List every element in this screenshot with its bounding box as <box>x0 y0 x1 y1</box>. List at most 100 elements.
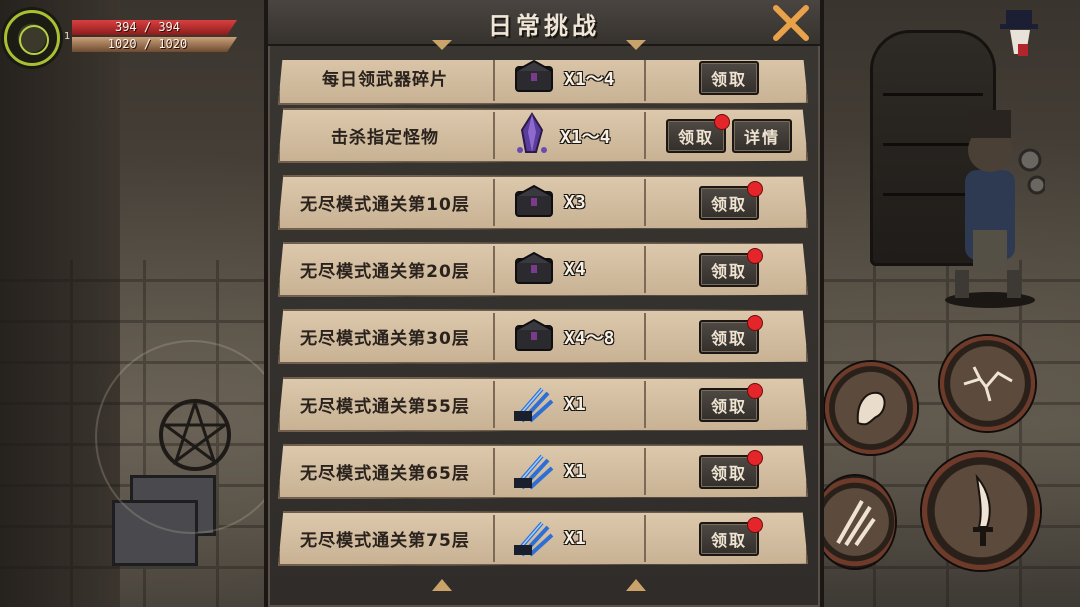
reward-cell: X3 <box>500 175 652 230</box>
actions-cell: 领取 <box>650 175 808 230</box>
crack-lightning-icon <box>963 365 1013 401</box>
reward-quantity: X1 <box>564 394 586 415</box>
claim-button-label: 领取 <box>710 463 747 483</box>
purple-crystal-icon <box>512 111 552 160</box>
ornament-icon <box>432 40 452 50</box>
reward-cell: X1 <box>500 511 652 566</box>
top-hat-character-icon[interactable] <box>996 6 1046 62</box>
panel-title: 日常挑战 <box>488 12 600 40</box>
reward-cell: X4～8 <box>500 309 652 364</box>
challenge-row: 每日领武器碎片 X1～4 领取 <box>278 60 808 105</box>
dark-chest-icon <box>512 249 556 291</box>
column-divider <box>644 60 646 101</box>
reward-quantity: X1～4 <box>560 126 611 148</box>
panel-title-bar: 日常挑战 <box>268 0 820 46</box>
column-divider <box>644 381 646 428</box>
challenge-name: 无尽模式通关第75层 <box>300 531 470 551</box>
reward-quantity: X3 <box>564 192 586 213</box>
column-divider <box>493 179 495 226</box>
actions-cell: 领取 <box>650 444 808 499</box>
reward-cell: X1 <box>500 377 652 432</box>
claim-button[interactable]: 领取 <box>698 247 763 287</box>
actions-cell: 领取 详情 <box>650 108 808 163</box>
column-divider <box>493 112 495 159</box>
notification-dot-icon <box>747 449 763 466</box>
column-divider <box>493 448 495 495</box>
challenge-row: 无尽模式通关第30层 X4～8 领取 <box>278 309 808 364</box>
claw-slash-icon <box>836 500 876 547</box>
challenge-name: 无尽模式通关第10层 <box>300 195 470 215</box>
reward-cell: X1～4 <box>500 108 652 163</box>
notification-dot-icon <box>714 113 730 130</box>
reward-quantity: X1 <box>564 528 586 549</box>
skill-claw-button[interactable] <box>815 476 895 568</box>
challenge-name: 无尽模式通关第55层 <box>300 397 470 417</box>
claim-button[interactable]: 领取 <box>698 314 763 354</box>
daily-challenge-panel: 日常挑战 每日领武器碎片 X1～4 领取 击杀指定怪物 X1～4 领取 详情 无尽模式通关第1… <box>264 0 824 607</box>
challenge-row: 无尽模式通关第65层 X1 领取 <box>278 444 808 499</box>
challenge-name: 击杀指定怪物 <box>331 128 439 148</box>
reward-quantity: X4～8 <box>564 327 615 349</box>
challenge-list[interactable]: 每日领武器碎片 X1～4 领取 击杀指定怪物 X1～4 领取 详情 无尽模式通关第10层 X3 领… <box>268 60 820 580</box>
claim-button[interactable]: 领取 <box>665 113 730 153</box>
claim-button-label: 领取 <box>677 127 714 147</box>
notification-dot-icon <box>747 382 763 399</box>
hp-text: 394 / 394 <box>114 20 181 34</box>
player-emblem-icon[interactable] <box>4 10 60 66</box>
mp-text: 1020 / 1020 <box>107 37 188 51</box>
column-divider <box>644 112 646 159</box>
skill-lightning-button[interactable] <box>940 336 1035 431</box>
column-divider <box>644 246 646 293</box>
dark-chest-icon <box>512 182 556 224</box>
claim-button[interactable]: 领取 <box>698 60 759 95</box>
challenge-name: 无尽模式通关第65层 <box>300 464 470 484</box>
attack-dagger-button[interactable] <box>922 452 1040 570</box>
dagger-icon <box>973 473 993 546</box>
ornament-icon <box>432 579 452 591</box>
claim-button[interactable]: 领取 <box>698 516 763 556</box>
dark-chest-icon <box>512 60 556 99</box>
claim-button-label: 领取 <box>710 530 747 550</box>
reward-quantity: X1～4 <box>564 68 615 90</box>
claim-button[interactable]: 领取 <box>698 382 763 422</box>
npc-character[interactable] <box>935 90 1045 310</box>
column-divider <box>493 246 495 293</box>
challenge-row: 无尽模式通关第20层 X4 领取 <box>278 242 808 297</box>
challenge-row: 无尽模式通关第10层 X3 领取 <box>278 175 808 230</box>
player-hud: 1 394 / 394 1020 / 1020 <box>0 0 260 70</box>
close-icon[interactable] <box>770 2 812 44</box>
claim-button[interactable]: 领取 <box>698 449 763 489</box>
claim-button-label: 领取 <box>710 261 747 281</box>
claim-button-label: 领取 <box>710 396 747 416</box>
actions-cell: 领取 <box>650 377 808 432</box>
notification-dot-icon <box>747 247 763 264</box>
column-divider <box>644 448 646 495</box>
challenge-name: 无尽模式通关第30层 <box>300 329 470 349</box>
ornament-icon <box>626 40 646 50</box>
claim-button-label: 领取 <box>710 328 747 348</box>
notification-dot-icon <box>747 314 763 331</box>
reward-cell: X1 <box>500 444 652 499</box>
notification-dot-icon <box>747 516 763 533</box>
actions-cell: 领取 <box>650 309 808 364</box>
challenge-row: 无尽模式通关第55层 X1 领取 <box>278 377 808 432</box>
column-divider <box>644 313 646 360</box>
skill-ghost-button[interactable] <box>825 362 917 454</box>
reward-cell: X4 <box>500 242 652 297</box>
blue-claw-icon <box>512 450 556 494</box>
ornament-icon <box>626 579 646 591</box>
detail-button-label: 详情 <box>744 127 781 147</box>
claim-button-label: 领取 <box>710 69 747 89</box>
hp-bar: 394 / 394 <box>72 20 237 35</box>
claim-button[interactable]: 领取 <box>698 180 763 220</box>
reward-cell: X1～4 <box>500 60 652 105</box>
pentagram-joystick-icon[interactable] <box>155 395 235 475</box>
mp-bar: 1020 / 1020 <box>72 37 237 52</box>
ghost-icon <box>856 391 886 426</box>
challenge-row: 无尽模式通关第75层 X1 领取 <box>278 511 808 566</box>
column-divider <box>644 179 646 226</box>
column-divider <box>493 381 495 428</box>
player-level: 1 <box>64 31 71 42</box>
challenge-row: 击杀指定怪物 X1～4 领取 详情 <box>278 108 808 163</box>
detail-button[interactable]: 详情 <box>732 118 793 153</box>
